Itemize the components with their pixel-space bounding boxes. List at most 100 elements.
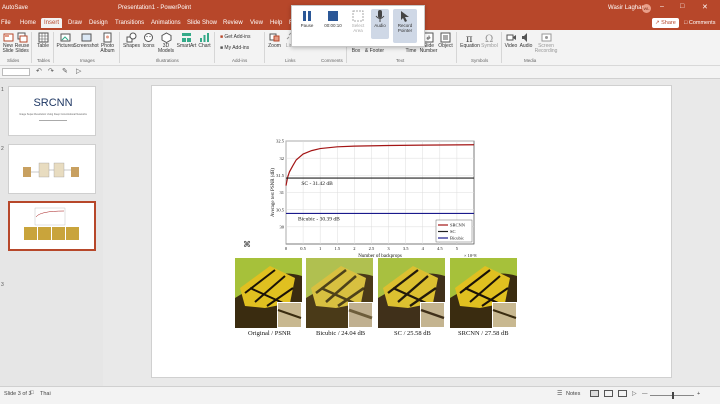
video-label: Video <box>504 43 518 49</box>
comments-button[interactable]: □ Comments <box>684 20 715 26</box>
y-tick-label: 32.5 <box>276 139 285 144</box>
close-icon[interactable]: ✕ <box>702 3 708 11</box>
language-indicator[interactable]: Thai <box>40 391 51 397</box>
present-icon[interactable]: ▷ <box>76 67 81 75</box>
group-symbols-label: Symbols <box>471 58 489 63</box>
new-slide-button[interactable]: New Slide <box>1 32 15 54</box>
symbol-label: Symbol <box>481 43 498 49</box>
tab-help[interactable]: Help <box>270 20 282 26</box>
reuse-slides-button[interactable]: Reuse Slides <box>15 32 29 54</box>
audio-toggle[interactable]: Audio <box>371 9 389 39</box>
tab-view[interactable]: View <box>250 20 263 26</box>
thumbnail-subtitle: Image Super-Resolution Using Deep Convol… <box>19 113 87 116</box>
tab-design[interactable]: Design <box>89 20 108 26</box>
y-tick-label: 32 <box>280 156 285 161</box>
group-addins-label: Add-ins <box>232 58 248 63</box>
x-tick-label: 4 <box>422 246 425 251</box>
tab-insert[interactable]: Insert <box>41 18 63 28</box>
pictures-icon <box>60 33 71 42</box>
screen-recording-button[interactable]: Screen Recording <box>535 32 557 54</box>
format-painter-icon[interactable]: ✎ <box>62 67 68 75</box>
normal-view-icon[interactable] <box>590 390 599 397</box>
tab-slide-show[interactable]: Slide Show <box>187 20 217 26</box>
slideshow-icon[interactable]: ▷ <box>632 390 637 397</box>
pictures-label: Pictures <box>56 43 75 49</box>
group-separator <box>119 32 120 63</box>
slide-sorter-icon[interactable] <box>604 390 613 397</box>
redo-icon[interactable]: ↷ <box>48 67 54 75</box>
share-button[interactable]: ↗ Share <box>652 18 679 28</box>
pictures-button[interactable]: Pictures <box>56 32 75 49</box>
audio-button[interactable]: Audio <box>519 32 533 49</box>
object-button[interactable]: Object <box>438 32 453 49</box>
equation-button[interactable]: π Equation <box>459 32 481 49</box>
group-separator <box>264 32 265 63</box>
record-pointer-toggle[interactable]: Record Pointer <box>393 9 417 43</box>
tab-review[interactable]: Review <box>223 20 243 26</box>
tab-file[interactable]: File <box>1 20 11 26</box>
slide-thumbnail-3[interactable] <box>8 201 96 251</box>
group-tables-label: Tables <box>37 58 51 63</box>
tab-animations[interactable]: Animations <box>151 20 181 26</box>
zoom-out-button[interactable]: — <box>642 391 648 397</box>
my-addins-button[interactable]: ■ My Add-ins <box>220 45 249 51</box>
x-tick-label: 2.5 <box>369 246 375 251</box>
zoom-button[interactable]: Zoom <box>267 32 282 49</box>
tab-transitions[interactable]: Transitions <box>115 20 144 26</box>
sc-image[interactable] <box>378 258 445 328</box>
maximize-icon[interactable]: □ <box>680 3 684 10</box>
smartart-button[interactable]: SmartArt <box>176 32 197 49</box>
symbol-button[interactable]: Ω Symbol <box>481 32 498 49</box>
user-name[interactable]: Wasir Laghan <box>608 5 645 11</box>
video-button[interactable]: Video <box>504 32 518 49</box>
audio-toggle-label: Audio <box>374 23 386 28</box>
undo-icon[interactable]: ↶ <box>36 67 42 75</box>
x-tick-label: 1 <box>319 246 321 251</box>
status-bar: Slide 3 of 3 □ Thai ☰ Notes ▷ — + <box>0 386 720 404</box>
icons-button[interactable]: Icons <box>141 32 156 49</box>
slide-thumbnail-2[interactable] <box>8 144 96 194</box>
get-addins-label: Get Add-ins <box>224 34 251 40</box>
record-pointer-label: Record Pointer <box>397 23 413 33</box>
screenshot-button[interactable]: Screenshot <box>73 32 99 49</box>
tab-home[interactable]: Home <box>20 20 36 26</box>
notes-button[interactable]: Notes <box>566 391 580 397</box>
icons-label: Icons <box>142 43 155 49</box>
share-label: Share <box>661 20 676 26</box>
photo-album-button[interactable]: Photo Album <box>99 32 116 54</box>
psnr-chart[interactable]: 0 0.5 1 1.5 2 2.5 3 3.5 4 4.5 53030.53131.53232.5 … <box>268 138 480 260</box>
3d-models-button[interactable]: 3D Models <box>157 32 175 54</box>
svg-text:Ω: Ω <box>485 34 493 43</box>
thumbnail-author-line <box>39 120 67 121</box>
addins-icon: ■ <box>220 45 224 51</box>
bicubic-annotation: Bicubic - 30.39 dB <box>298 216 340 222</box>
group-links-label: Links <box>285 58 296 63</box>
zoom-slider-thumb[interactable] <box>672 392 674 399</box>
table-button[interactable]: Table <box>35 32 51 49</box>
reading-view-icon[interactable] <box>618 390 627 397</box>
svg-text:#: # <box>426 35 431 42</box>
get-addins-button[interactable]: ■ Get Add-ins <box>220 34 251 40</box>
new-slide-icon <box>3 33 13 42</box>
butterfly-srcnn <box>450 258 517 328</box>
shapes-button[interactable]: Shapes <box>122 32 141 49</box>
minimize-icon[interactable]: – <box>660 3 664 10</box>
pause-button[interactable]: Pause <box>298 9 316 28</box>
x-tick-label: 3 <box>387 246 390 251</box>
recording-toolbar: Pause 00:00:10 Select Area Audio Record … <box>291 5 425 47</box>
original-image[interactable] <box>235 258 302 328</box>
slide-thumbnail-1[interactable]: SRCNN Image Super-Resolution Using Deep … <box>8 86 96 136</box>
srcnn-image[interactable] <box>450 258 517 328</box>
x-tick-label: 2 <box>353 246 355 251</box>
bicubic-image[interactable] <box>306 258 373 328</box>
font-box[interactable] <box>2 68 30 76</box>
store-icon: ■ <box>220 34 224 40</box>
avatar[interactable]: WL <box>642 4 651 13</box>
chart-button[interactable]: Chart <box>197 32 212 49</box>
spellcheck-icon[interactable]: □ <box>30 390 34 396</box>
legend-label: SRCNN <box>450 223 466 228</box>
select-area-button[interactable]: Select Area <box>349 9 367 33</box>
video-icon <box>506 34 516 41</box>
zoom-in-button[interactable]: + <box>697 391 700 397</box>
tab-draw[interactable]: Draw <box>68 20 82 26</box>
